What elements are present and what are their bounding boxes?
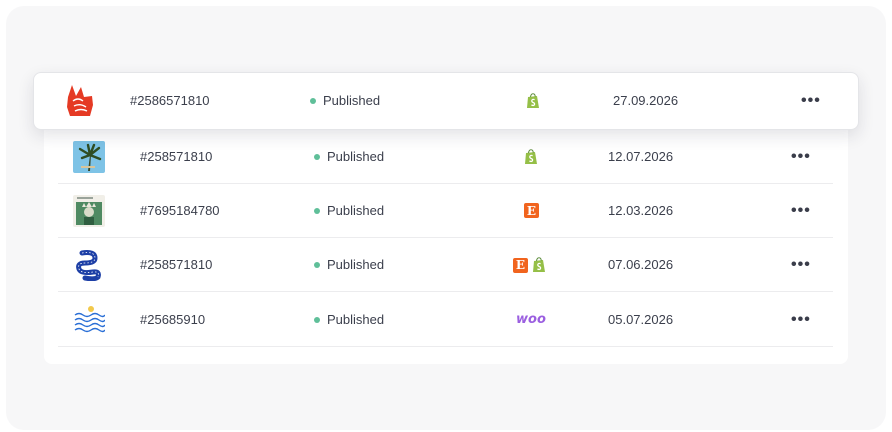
order-id: #7695184780 xyxy=(140,203,220,218)
more-options-button[interactable]: ••• xyxy=(791,256,811,274)
channel-icons: E xyxy=(513,257,546,273)
status-label: Published xyxy=(327,149,385,164)
shopify-icon xyxy=(527,93,539,108)
status-badge: Published xyxy=(314,203,384,218)
status-badge: Published xyxy=(310,93,380,108)
table-row[interactable]: #7695184780 Published E 12.03.2026 ••• xyxy=(58,184,833,238)
status-dot xyxy=(314,261,320,268)
order-id: #258571810 xyxy=(140,149,213,164)
shopify-icon xyxy=(533,257,545,272)
status-dot xyxy=(314,207,320,214)
order-id: #25685910 xyxy=(140,312,206,327)
channel-icons: E xyxy=(524,203,539,218)
status-badge: Published xyxy=(314,149,384,164)
status-label: Published xyxy=(327,257,385,272)
table-row[interactable]: #25685910 Published woo 05.07.2026 ••• xyxy=(58,293,833,347)
order-date: 27.09.2026 xyxy=(613,93,679,108)
snake-poster-thumbnail[interactable] xyxy=(73,249,105,281)
more-options-button[interactable]: ••• xyxy=(791,148,811,166)
shopify-icon xyxy=(525,149,537,164)
more-options-button[interactable]: ••• xyxy=(791,311,811,329)
status-badge: Published xyxy=(314,312,384,327)
status-dot xyxy=(310,97,316,104)
channel-icons: woo xyxy=(516,312,546,327)
waves-poster-thumbnail[interactable] xyxy=(73,304,105,336)
order-date: 12.03.2026 xyxy=(608,203,674,218)
order-date: 12.07.2026 xyxy=(608,149,674,164)
order-date: 07.06.2026 xyxy=(608,257,674,272)
channel-icons xyxy=(526,93,540,109)
table-row[interactable]: #258571810 Published E 07.06.2026 ••• xyxy=(58,238,833,292)
status-badge: Published xyxy=(314,257,384,272)
order-id: #2586571810 xyxy=(130,93,210,108)
table-row[interactable]: #258571810 Published 12.07.2026 ••• xyxy=(58,130,833,184)
etsy-icon: E xyxy=(524,203,539,218)
channel-icons xyxy=(524,149,538,165)
etsy-icon: E xyxy=(513,257,528,273)
status-label: Published xyxy=(327,203,385,218)
woo-icon: woo xyxy=(516,312,546,327)
order-date: 05.07.2026 xyxy=(608,312,674,327)
peace-hand-thumbnail[interactable] xyxy=(62,83,98,119)
status-dot xyxy=(314,153,320,160)
order-id: #258571810 xyxy=(140,257,213,272)
status-label: Published xyxy=(323,93,381,108)
statue-liberty-thumbnail[interactable] xyxy=(73,195,105,227)
status-label: Published xyxy=(327,312,385,327)
status-dot xyxy=(314,316,320,323)
table-row[interactable]: #2586571810 Published 27.09.2026 ••• xyxy=(33,72,859,130)
more-options-button[interactable]: ••• xyxy=(801,92,821,110)
more-options-button[interactable]: ••• xyxy=(791,202,811,220)
palm-tree-thumbnail[interactable] xyxy=(73,141,105,173)
